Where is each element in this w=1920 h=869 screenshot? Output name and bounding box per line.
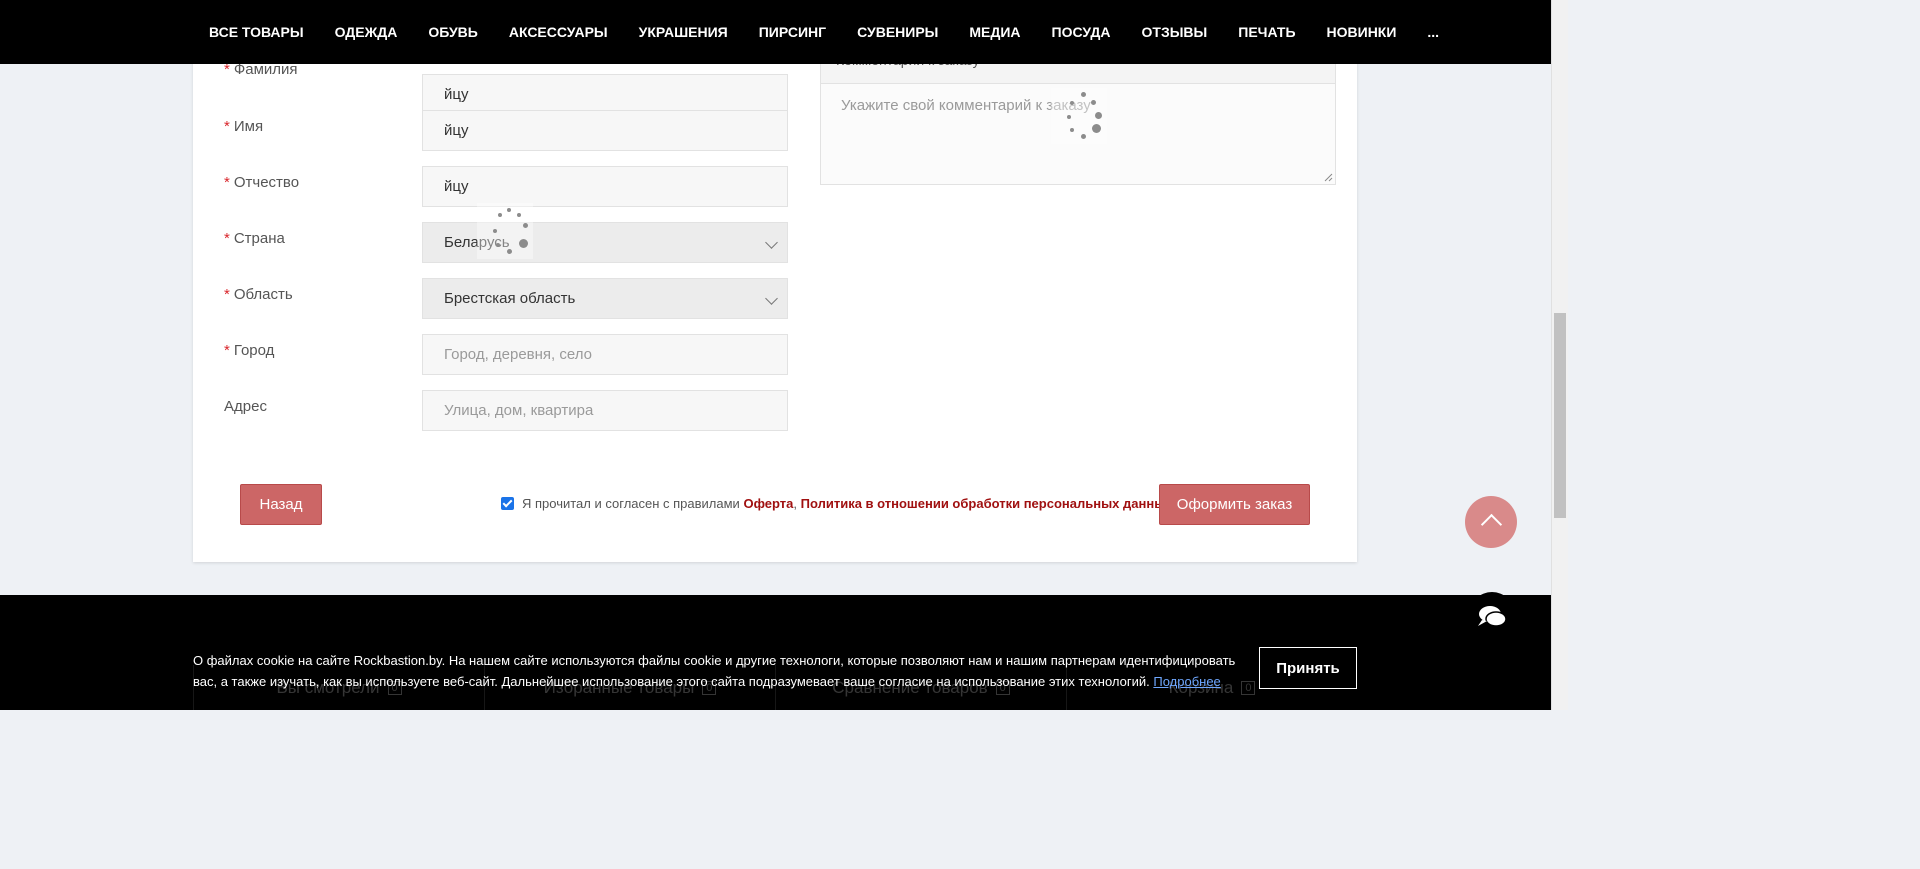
city-row: * Город Город, деревня, село (224, 334, 788, 384)
chat-icon (1478, 606, 1507, 627)
loading-spinner-icon (1051, 88, 1107, 144)
scrollbar-thumb[interactable] (1554, 313, 1566, 518)
chevron-down-icon (765, 236, 778, 249)
nav-item[interactable]: НОВИНКИ (1327, 24, 1397, 40)
name-field[interactable]: йцу (422, 110, 788, 151)
chevron-down-icon (765, 292, 778, 305)
accept-cookies-button[interactable]: Принять (1259, 647, 1357, 689)
nav-item[interactable]: МЕДИА (969, 24, 1020, 40)
privacy-policy-link[interactable]: Политика в отношении обработки персональ… (801, 496, 1173, 511)
address-row: Адрес Улица, дом, квартира (224, 390, 788, 440)
nav-item[interactable]: ПЕЧАТЬ (1238, 24, 1295, 40)
scroll-to-top-button[interactable] (1465, 496, 1517, 548)
nav-item[interactable]: ОДЕЖДА (335, 24, 398, 40)
back-button[interactable]: Назад (240, 484, 322, 525)
offer-link[interactable]: Оферта (743, 496, 793, 511)
name-label: * Имя (224, 118, 264, 135)
page-scrollbar[interactable] (1551, 0, 1568, 710)
surname-row: * Фамилия йцу (224, 61, 788, 115)
region-value: Брестская область (444, 290, 576, 307)
terms-checkbox[interactable] (501, 497, 514, 510)
nav-item[interactable]: ПИРСИНГ (759, 24, 826, 40)
nav-item[interactable]: ПОСУДА (1052, 24, 1111, 40)
resize-handle-icon[interactable] (1324, 173, 1333, 182)
nav-item[interactable]: ОБУВЬ (428, 24, 478, 40)
nav-item[interactable]: ОТЗЫВЫ (1142, 24, 1208, 40)
nav-item[interactable]: АКСЕССУАРЫ (509, 24, 608, 40)
cookie-banner: О файлах cookie на сайте Rockbastion.by.… (0, 636, 1551, 710)
terms-text: Я прочитал и согласен с правилами (522, 496, 740, 511)
region-select[interactable]: Брестская область (422, 278, 788, 319)
address-label: Адрес (224, 398, 267, 415)
region-label: * Область (224, 286, 293, 303)
chat-widget-button[interactable] (1470, 592, 1514, 636)
cookie-more-link[interactable]: Подробнее (1153, 674, 1220, 689)
name-row: * Имя йцу (224, 110, 788, 160)
patronymic-label: * Отчество (224, 174, 300, 191)
submit-order-button[interactable]: Оформить заказ (1159, 484, 1310, 525)
nav-item[interactable]: ... (1427, 24, 1439, 40)
nav-item[interactable]: ВСЕ ТОВАРЫ (209, 24, 304, 40)
surname-field[interactable]: йцу (422, 74, 788, 115)
country-label: * Страна (224, 230, 285, 247)
terms-agreement: Я прочитал и согласен с правилами Оферта… (501, 496, 1173, 511)
city-label: * Город (224, 342, 275, 359)
region-row: * Область Брестская область (224, 278, 788, 328)
nav-item[interactable]: СУВЕНИРЫ (857, 24, 938, 40)
checkout-form-card: * Фамилия йцу * Имя йцу * Отчество йцу * Стр… (193, 40, 1357, 562)
cookie-text: О файлах cookie на сайте Rockbastion.by.… (193, 653, 1236, 689)
top-navigation: ВСЕ ТОВАРЫ ОДЕЖДА ОБУВЬ АКСЕССУАРЫ УКРАШЕНИЯ… (0, 0, 1551, 64)
nav-item[interactable]: УКРАШЕНИЯ (639, 24, 728, 40)
city-input[interactable]: Город, деревня, село (422, 334, 788, 375)
patronymic-field[interactable]: йцу (422, 166, 788, 207)
nav-menu: ВСЕ ТОВАРЫ ОДЕЖДА ОБУВЬ АКСЕССУАРЫ УКРАШЕНИЯ… (0, 0, 1551, 64)
loading-spinner-icon (477, 203, 533, 259)
address-input[interactable]: Улица, дом, квартира (422, 390, 788, 431)
